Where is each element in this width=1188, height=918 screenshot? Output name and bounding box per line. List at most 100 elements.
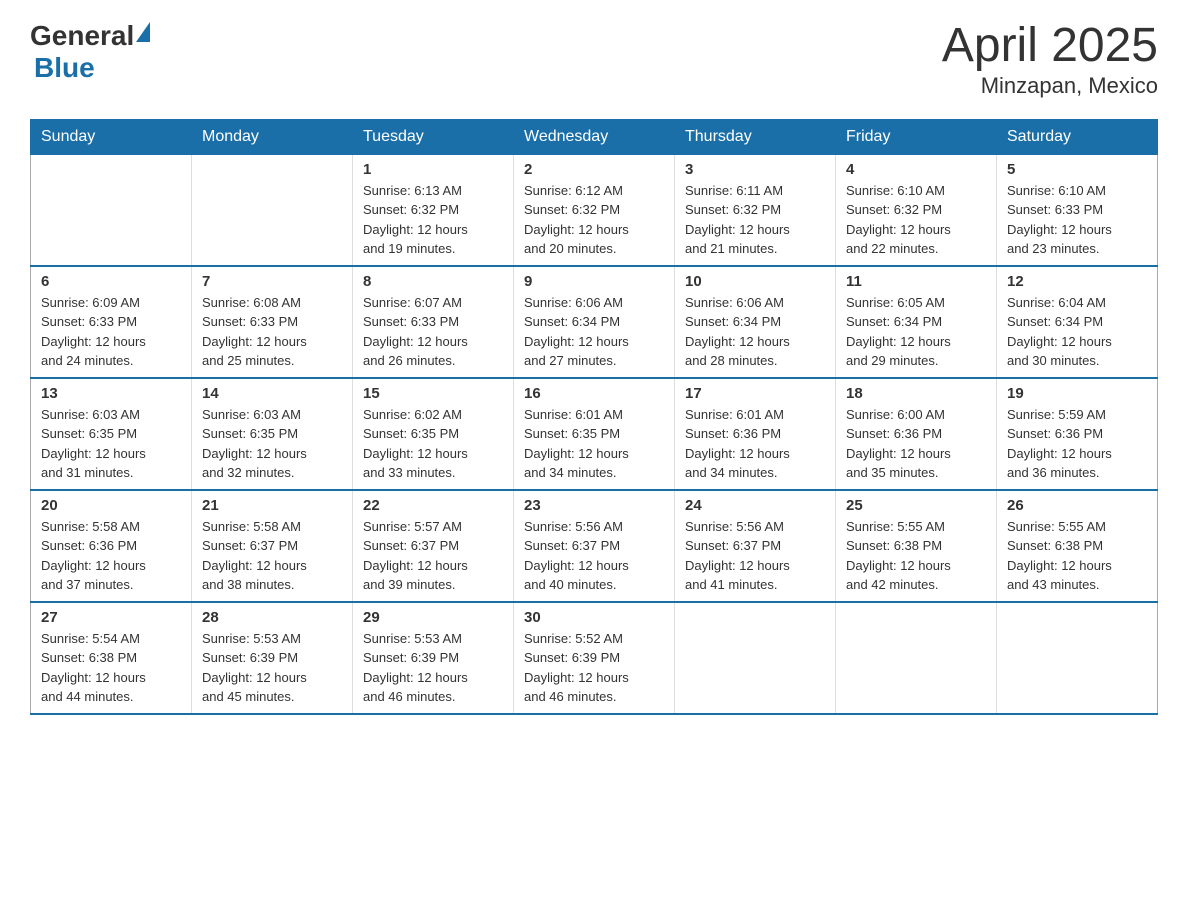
calendar-cell [836,602,997,714]
day-info: Sunrise: 5:54 AM Sunset: 6:38 PM Dayligh… [41,629,181,707]
calendar-cell: 24Sunrise: 5:56 AM Sunset: 6:37 PM Dayli… [675,490,836,602]
day-number: 26 [1007,497,1147,514]
logo-general: General [30,20,134,52]
day-number: 12 [1007,273,1147,290]
day-info: Sunrise: 5:56 AM Sunset: 6:37 PM Dayligh… [685,517,825,595]
day-number: 13 [41,385,181,402]
day-info: Sunrise: 6:04 AM Sunset: 6:34 PM Dayligh… [1007,293,1147,371]
day-info: Sunrise: 5:52 AM Sunset: 6:39 PM Dayligh… [524,629,664,707]
day-info: Sunrise: 6:12 AM Sunset: 6:32 PM Dayligh… [524,181,664,259]
day-number: 14 [202,385,342,402]
day-info: Sunrise: 6:01 AM Sunset: 6:36 PM Dayligh… [685,405,825,483]
calendar-cell: 15 Sunrise: 6:02 AM Sunset: 6:35 PM Dayli… [353,378,514,490]
day-number: 16 [524,385,664,402]
day-info: Sunrise: 5:55 AM Sunset: 6:38 PM Dayligh… [1007,517,1147,595]
day-info: Sunrise: 5:58 AM Sunset: 6:36 PM Dayligh… [41,517,181,595]
calendar-cell: 17 Sunrise: 6:01 AM Sunset: 6:36 PM Dayli… [675,378,836,490]
calendar-cell: 7 Sunrise: 6:08 AM Sunset: 6:33 PM Daylig… [192,266,353,378]
calendar-cell: 20 Sunrise: 5:58 AM Sunset: 6:36 PM Dayli… [31,490,192,602]
day-info: Sunrise: 6:07 AM Sunset: 6:33 PM Dayligh… [363,293,503,371]
day-info: Sunrise: 6:05 AM Sunset: 6:34 PM Dayligh… [846,293,986,371]
day-number: 5 [1007,161,1147,178]
day-info: Sunrise: 6:10 AM Sunset: 6:33 PM Dayligh… [1007,181,1147,259]
header-saturday: Saturday [997,119,1158,154]
day-number: 11 [846,273,986,290]
title-block: April 2025 Minzapan, Mexico [942,20,1158,99]
day-number: 6 [41,273,181,290]
calendar-cell: 23 Sunrise: 5:56 AM Sunset: 6:37 PM Dayli… [514,490,675,602]
calendar-cell [675,602,836,714]
calendar-week-row: 13 Sunrise: 6:03 AM Sunset: 6:35 PM Dayli… [31,378,1158,490]
day-number: 2 [524,161,664,178]
calendar-cell: 27 Sunrise: 5:54 AM Sunset: 6:38 PM Dayli… [31,602,192,714]
day-info: Sunrise: 6:03 AM Sunset: 6:35 PM Dayligh… [202,405,342,483]
day-number: 25 [846,497,986,514]
day-info: Sunrise: 6:03 AM Sunset: 6:35 PM Dayligh… [41,405,181,483]
day-number: 21 [202,497,342,514]
day-info: Sunrise: 6:01 AM Sunset: 6:35 PM Dayligh… [524,405,664,483]
day-info: Sunrise: 6:08 AM Sunset: 6:33 PM Dayligh… [202,293,342,371]
calendar-cell: 12 Sunrise: 6:04 AM Sunset: 6:34 PM Dayli… [997,266,1158,378]
calendar-cell: 29 Sunrise: 5:53 AM Sunset: 6:39 PM Dayli… [353,602,514,714]
calendar-cell: 10 Sunrise: 6:06 AM Sunset: 6:34 PM Dayli… [675,266,836,378]
day-number: 10 [685,273,825,290]
day-info: Sunrise: 5:59 AM Sunset: 6:36 PM Dayligh… [1007,405,1147,483]
header-wednesday: Wednesday [514,119,675,154]
day-info: Sunrise: 6:02 AM Sunset: 6:35 PM Dayligh… [363,405,503,483]
day-info: Sunrise: 6:06 AM Sunset: 6:34 PM Dayligh… [685,293,825,371]
day-number: 28 [202,609,342,626]
calendar-cell: 2 Sunrise: 6:12 AM Sunset: 6:32 PM Daylig… [514,154,675,266]
page-header: General Blue April 2025 Minzapan, Mexico [30,20,1158,99]
calendar-cell: 11 Sunrise: 6:05 AM Sunset: 6:34 PM Dayli… [836,266,997,378]
calendar-cell: 19 Sunrise: 5:59 AM Sunset: 6:36 PM Dayli… [997,378,1158,490]
day-number: 4 [846,161,986,178]
calendar-cell: 6Sunrise: 6:09 AM Sunset: 6:33 PM Daylig… [31,266,192,378]
calendar-week-row: 1Sunrise: 6:13 AM Sunset: 6:32 PM Daylig… [31,154,1158,266]
day-number: 30 [524,609,664,626]
calendar-cell: 3 Sunrise: 6:11 AM Sunset: 6:32 PM Daylig… [675,154,836,266]
calendar-cell: 30 Sunrise: 5:52 AM Sunset: 6:39 PM Dayli… [514,602,675,714]
calendar-cell: 22Sunrise: 5:57 AM Sunset: 6:37 PM Dayli… [353,490,514,602]
day-number: 19 [1007,385,1147,402]
day-number: 18 [846,385,986,402]
calendar-cell [997,602,1158,714]
day-number: 29 [363,609,503,626]
day-number: 15 [363,385,503,402]
calendar-cell: 26 Sunrise: 5:55 AM Sunset: 6:38 PM Dayli… [997,490,1158,602]
calendar-cell: 4Sunrise: 6:10 AM Sunset: 6:32 PM Daylig… [836,154,997,266]
day-info: Sunrise: 5:56 AM Sunset: 6:37 PM Dayligh… [524,517,664,595]
header-monday: Monday [192,119,353,154]
calendar-cell: 25Sunrise: 5:55 AM Sunset: 6:38 PM Dayli… [836,490,997,602]
day-number: 20 [41,497,181,514]
calendar-cell: 14 Sunrise: 6:03 AM Sunset: 6:35 PM Dayli… [192,378,353,490]
calendar-cell: 1Sunrise: 6:13 AM Sunset: 6:32 PM Daylig… [353,154,514,266]
day-number: 17 [685,385,825,402]
calendar-cell: 13 Sunrise: 6:03 AM Sunset: 6:35 PM Dayli… [31,378,192,490]
day-info: Sunrise: 6:11 AM Sunset: 6:32 PM Dayligh… [685,181,825,259]
day-number: 1 [363,161,503,178]
calendar-cell: 8 Sunrise: 6:07 AM Sunset: 6:33 PM Daylig… [353,266,514,378]
calendar-cell: 28Sunrise: 5:53 AM Sunset: 6:39 PM Dayli… [192,602,353,714]
day-number: 7 [202,273,342,290]
calendar-cell: 21Sunrise: 5:58 AM Sunset: 6:37 PM Dayli… [192,490,353,602]
logo-triangle-icon [136,22,150,42]
calendar-week-row: 20 Sunrise: 5:58 AM Sunset: 6:36 PM Dayli… [31,490,1158,602]
calendar-week-row: 6Sunrise: 6:09 AM Sunset: 6:33 PM Daylig… [31,266,1158,378]
calendar-table: Sunday Monday Tuesday Wednesday Thursday… [30,119,1158,715]
calendar-cell [192,154,353,266]
day-number: 9 [524,273,664,290]
calendar-cell: 16 Sunrise: 6:01 AM Sunset: 6:35 PM Dayli… [514,378,675,490]
day-number: 8 [363,273,503,290]
header-sunday: Sunday [31,119,192,154]
day-number: 3 [685,161,825,178]
day-number: 27 [41,609,181,626]
calendar-week-row: 27 Sunrise: 5:54 AM Sunset: 6:38 PM Dayli… [31,602,1158,714]
calendar-cell: 5 Sunrise: 6:10 AM Sunset: 6:33 PM Daylig… [997,154,1158,266]
day-info: Sunrise: 5:53 AM Sunset: 6:39 PM Dayligh… [363,629,503,707]
day-info: Sunrise: 5:57 AM Sunset: 6:37 PM Dayligh… [363,517,503,595]
logo-blue: Blue [34,52,95,84]
page-subtitle: Minzapan, Mexico [942,73,1158,99]
day-info: Sunrise: 6:06 AM Sunset: 6:34 PM Dayligh… [524,293,664,371]
calendar-cell: 9 Sunrise: 6:06 AM Sunset: 6:34 PM Daylig… [514,266,675,378]
day-number: 23 [524,497,664,514]
